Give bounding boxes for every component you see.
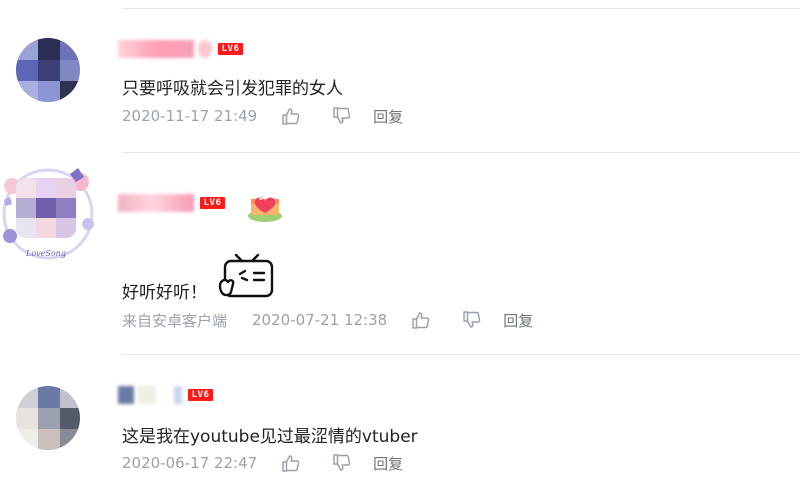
fan-medal <box>245 185 285 223</box>
reply-button[interactable]: 回复 <box>373 106 403 127</box>
dislike-button[interactable] <box>330 105 354 127</box>
thumbs-up-icon <box>282 108 300 125</box>
reply-button[interactable]: 回复 <box>373 453 403 474</box>
comment-text: 这是我在youtube见过最涩情的vtuber <box>122 427 418 447</box>
thumbs-down-icon <box>333 107 351 124</box>
thumbs-up-icon <box>282 455 300 472</box>
comment-source: 来自安卓客户端 <box>122 311 228 330</box>
level-badge: LV6 <box>188 389 213 401</box>
like-button[interactable] <box>409 309 433 331</box>
level-badge: LV6 <box>218 43 243 55</box>
username[interactable]: LV6 <box>118 194 225 212</box>
comment-time: 2020-06-17 22:47 <box>122 454 258 472</box>
comment-meta: 来自安卓客户端 2020-07-21 12:38 回复 <box>122 309 533 331</box>
level-badge: LV6 <box>200 197 225 209</box>
like-button[interactable] <box>279 105 303 127</box>
bilibili-tv-emote-icon <box>218 253 274 298</box>
avatar-pendant-tag: LoveSong <box>26 249 66 258</box>
comment-time: 2020-11-17 21:49 <box>122 107 258 125</box>
comment-meta: 2020-11-17 21:49 回复 <box>122 105 403 127</box>
comment-text: 只要呼吸就会引发犯罪的女人 <box>122 79 343 99</box>
heart-gift-icon <box>248 196 282 222</box>
avatar[interactable] <box>16 178 76 238</box>
username[interactable]: LV6 <box>118 386 213 404</box>
reply-button[interactable]: 回复 <box>503 310 533 331</box>
avatar[interactable] <box>16 38 80 102</box>
thumbs-down-icon <box>333 454 351 471</box>
thumbs-up-icon <box>412 312 430 329</box>
comment-time: 2020-07-21 12:38 <box>252 311 388 329</box>
divider <box>122 354 800 355</box>
username[interactable]: LV6 <box>118 40 243 58</box>
like-button[interactable] <box>279 452 303 474</box>
divider <box>122 8 800 9</box>
divider <box>122 152 800 153</box>
comment-meta: 2020-06-17 22:47 回复 <box>122 452 403 474</box>
thumbs-down-icon <box>463 311 481 328</box>
avatar[interactable] <box>16 386 80 450</box>
comment-text: 好听好听！ <box>122 283 207 303</box>
emote <box>218 252 276 300</box>
dislike-button[interactable] <box>330 452 354 474</box>
dislike-button[interactable] <box>460 309 484 331</box>
